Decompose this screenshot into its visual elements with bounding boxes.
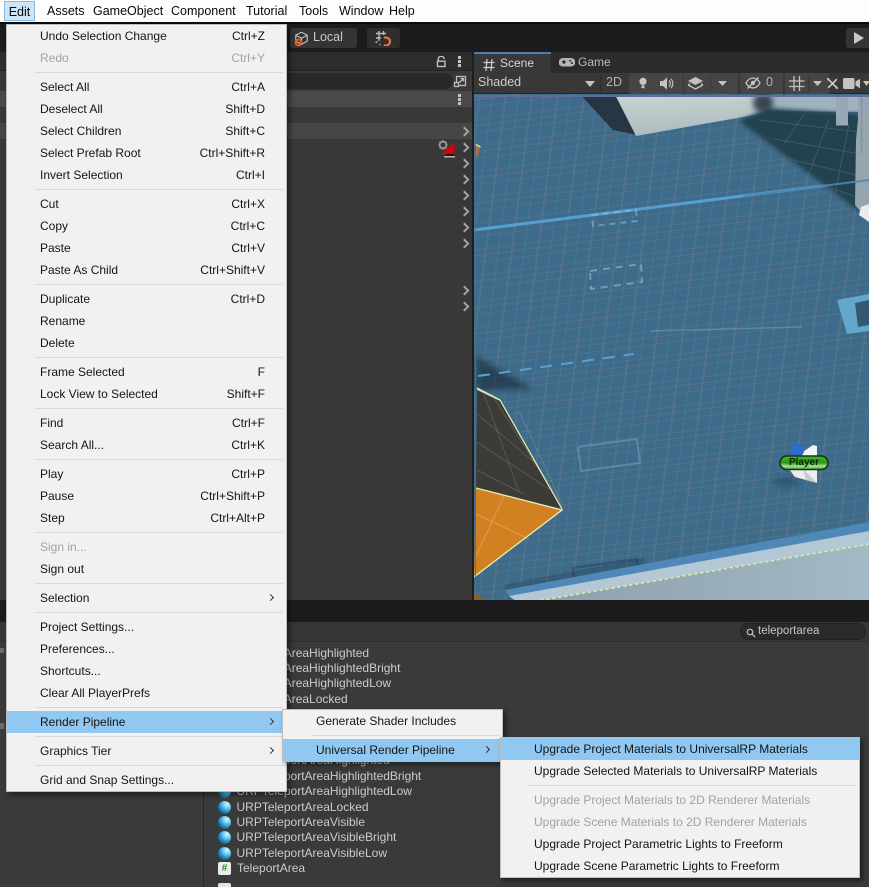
svg-text:Player: Player xyxy=(789,457,819,468)
